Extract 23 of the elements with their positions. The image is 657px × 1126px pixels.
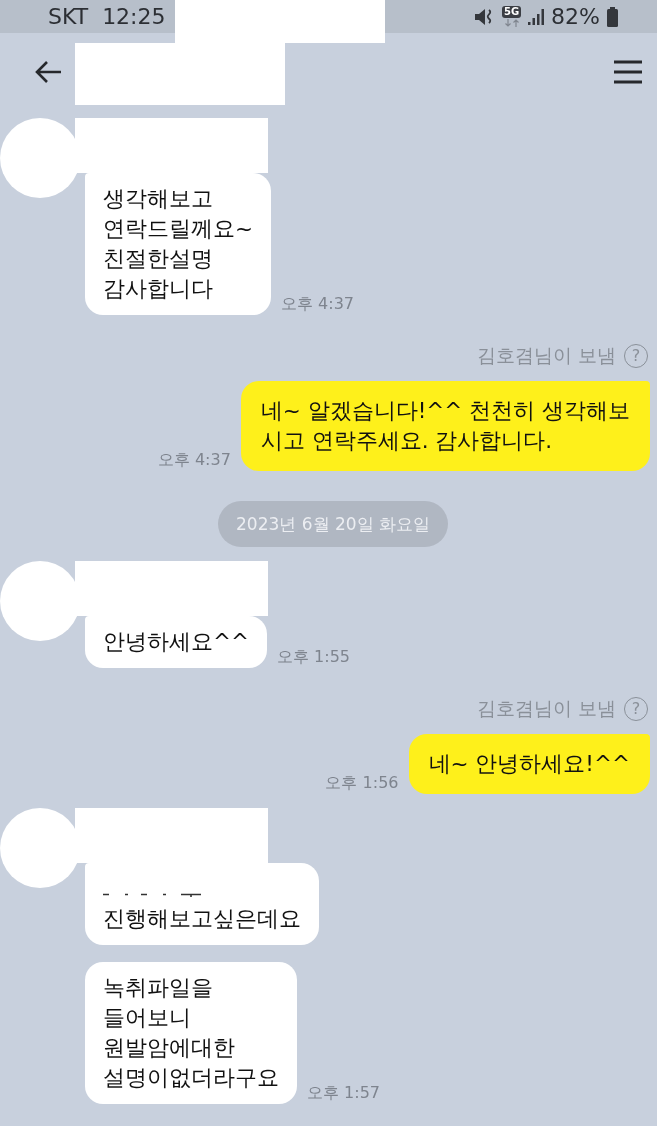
date-divider: 2023년 6월 20일 화요일 — [218, 501, 448, 547]
message-time: 오후 1:56 — [325, 773, 399, 794]
data-arrows-icon — [503, 19, 520, 27]
message-time: 오후 4:37 — [281, 294, 355, 315]
message-time: 오후 4:37 — [157, 450, 231, 471]
message-bubble: 네~ 안녕하세요!^^ — [408, 734, 650, 794]
menu-icon[interactable] — [614, 59, 642, 84]
message-text: 안녕하세요^^ — [103, 628, 250, 656]
signal-icon — [528, 8, 545, 25]
message-time: 오후 1:55 — [277, 647, 351, 668]
sender-note: 김호겸님이 보냄 — [476, 696, 616, 721]
back-arrow-icon[interactable] — [33, 58, 63, 85]
status-time: 12:25 — [102, 4, 166, 29]
message-text: 녹취파일을 들어보니 원발암에대한 설명이없더라구요 — [103, 974, 279, 1092]
message-time: 오후 1:57 — [307, 1083, 380, 1104]
network-badge: 5G — [501, 6, 522, 18]
message-bubble: 네~ 알겠습니다!^^ 천천히 생각해보 시고 연락주세요. 감사합니다. — [240, 381, 650, 471]
battery-percent: 82% — [551, 4, 600, 29]
message-text: 진행해보고싶은데요 — [103, 905, 301, 933]
battery-icon — [607, 6, 618, 27]
sender-note: 김호겸님이 보냄 — [476, 343, 616, 368]
message-text: 생각해보고 연락드릴께요~ 친절한설명 감사합니다 — [103, 185, 253, 303]
carrier-name: SKT — [48, 4, 89, 29]
